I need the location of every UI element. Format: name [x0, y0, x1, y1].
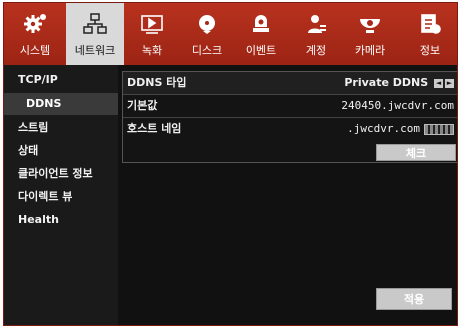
next-arrow-icon[interactable]: ►: [445, 78, 454, 88]
ddns-default-label: 기본값: [127, 99, 158, 112]
sidebar-item-ddns[interactable]: DDNS: [4, 93, 118, 115]
check-button[interactable]: 체크: [376, 144, 456, 161]
sidebar-item-status[interactable]: 상태: [4, 140, 118, 162]
ddns-type-value: Private DDNS: [344, 76, 429, 89]
disk-icon: [194, 11, 220, 37]
ddns-type-row: DDNS 타입 Private DDNS ◄ ►: [123, 72, 457, 95]
camera-icon: [357, 11, 383, 37]
menu-record-label: 녹화: [141, 44, 163, 57]
event-icon: [248, 11, 274, 37]
sidebar-item-direct-view[interactable]: 다이렉트 뷰: [4, 186, 118, 208]
top-menu-bar: 시스템 네트워크 녹화 디스크 이벤트 계정 카메라 정보: [4, 3, 457, 65]
prev-arrow-icon[interactable]: ◄: [434, 78, 443, 88]
menu-info-label: 정보: [419, 44, 441, 57]
menu-disk[interactable]: 디스크: [182, 3, 232, 65]
menu-event-label: 이벤트: [245, 44, 277, 57]
ddns-default-value: 240450.jwcdvr.com: [341, 99, 454, 112]
ddns-default-row: 기본값 240450.jwcdvr.com: [123, 95, 457, 118]
menu-camera-label: 카메라: [354, 44, 386, 57]
ddns-settings-panel: DDNS 타입 Private DDNS ◄ ► 기본값 240450.jwcdv…: [122, 71, 457, 163]
ddns-host-field[interactable]: .jwcdvr.com: [347, 118, 454, 140]
ddns-host-value: .jwcdvr.com: [347, 122, 420, 135]
apply-button[interactable]: 적용: [376, 288, 452, 310]
menu-system-label: 시스템: [19, 44, 51, 57]
menu-account-label: 계정: [305, 44, 327, 57]
menu-account[interactable]: 계정: [296, 3, 336, 65]
menu-event[interactable]: 이벤트: [236, 3, 286, 65]
sidebar-item-client-info[interactable]: 클라이언트 정보: [4, 163, 118, 185]
menu-network[interactable]: 네트워크: [66, 3, 124, 65]
ddns-host-row: 호스트 네임 .jwcdvr.com: [123, 118, 457, 140]
ddns-settings-area: DDNS 타입 Private DDNS ◄ ► 기본값 240450.jwcdv…: [118, 65, 457, 325]
info-icon: [417, 11, 443, 37]
ddns-type-label: DDNS 타입: [127, 76, 187, 89]
sidebar-item-stream[interactable]: 스트림: [4, 117, 118, 139]
menu-camera[interactable]: 카메라: [342, 3, 398, 65]
network-icon: [82, 11, 108, 37]
menu-network-label: 네트워크: [74, 44, 116, 57]
sidebar-item-tcpip[interactable]: TCP/IP: [4, 69, 118, 91]
keyboard-icon[interactable]: [424, 123, 454, 135]
gear-icon: [22, 11, 48, 37]
menu-info[interactable]: 정보: [406, 3, 454, 65]
record-icon: [139, 11, 165, 37]
sidebar: TCP/IP DDNS 스트림 상태 클라이언트 정보 다이렉트 뷰 Healt…: [4, 65, 118, 325]
sidebar-item-health[interactable]: Health: [4, 209, 118, 231]
menu-record[interactable]: 녹화: [128, 3, 176, 65]
menu-system[interactable]: 시스템: [8, 3, 62, 65]
dvr-window: 시스템 네트워크 녹화 디스크 이벤트 계정 카메라 정보 TCP/IP DDN…: [3, 2, 458, 326]
ddns-type-selector[interactable]: Private DDNS ◄ ►: [344, 72, 454, 94]
menu-disk-label: 디스크: [191, 44, 223, 57]
account-icon: [303, 11, 329, 37]
ddns-host-label: 호스트 네임: [127, 122, 182, 135]
